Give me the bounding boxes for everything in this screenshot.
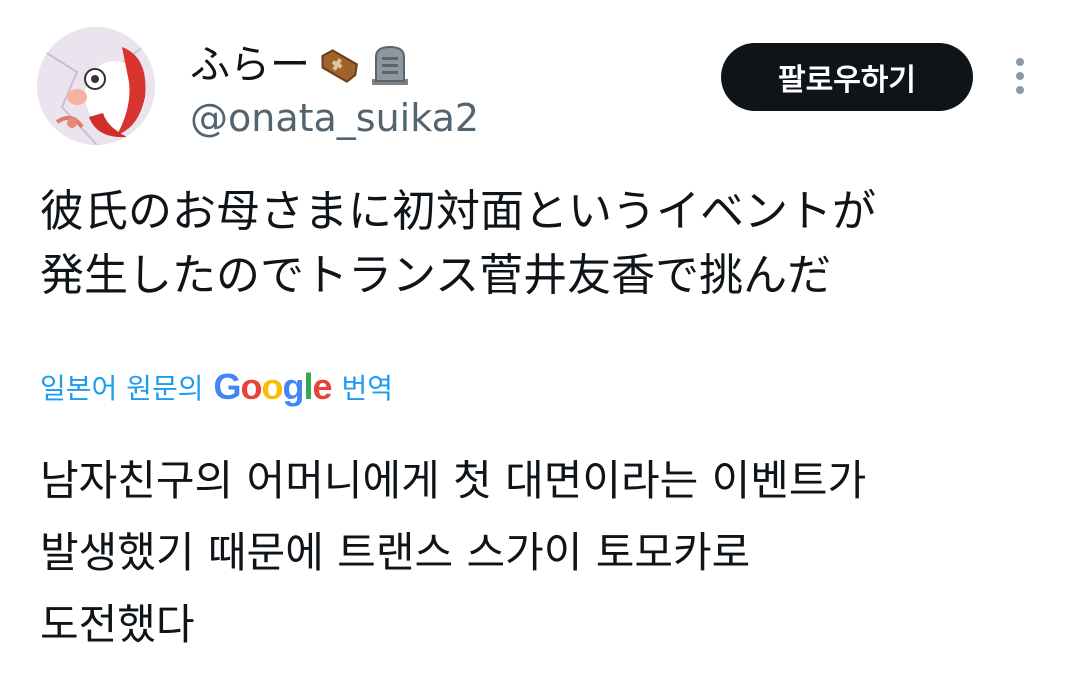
follow-button[interactable]: 팔로우하기 — [721, 43, 973, 111]
google-logo: Google — [213, 366, 332, 407]
display-name[interactable]: ふらー — [190, 41, 310, 89]
more-vertical-icon[interactable] — [1006, 56, 1034, 100]
author-handle[interactable]: @onata_suika2 — [190, 95, 479, 141]
avatar-image — [37, 27, 155, 145]
author-name-row[interactable]: ふらー — [190, 38, 414, 92]
translation-attribution[interactable]: 일본어 원문의 Google 번역 — [40, 365, 393, 409]
translated-text: 남자친구의 어머니에게 첫 대면이라는 이벤트가 발생했기 때문에 트랜스 스가… — [40, 456, 867, 649]
avatar[interactable] — [37, 27, 155, 145]
headstone-icon — [366, 43, 414, 87]
translation-prefix[interactable]: 일본어 원문의 — [40, 367, 203, 407]
tweet-text: 彼氏のお母さまに初対面というイベントが 発生したのでトランス菅井友香で挑んだ — [40, 186, 876, 301]
translation-suffix[interactable]: 번역 — [342, 367, 394, 407]
coffin-icon — [314, 43, 362, 87]
